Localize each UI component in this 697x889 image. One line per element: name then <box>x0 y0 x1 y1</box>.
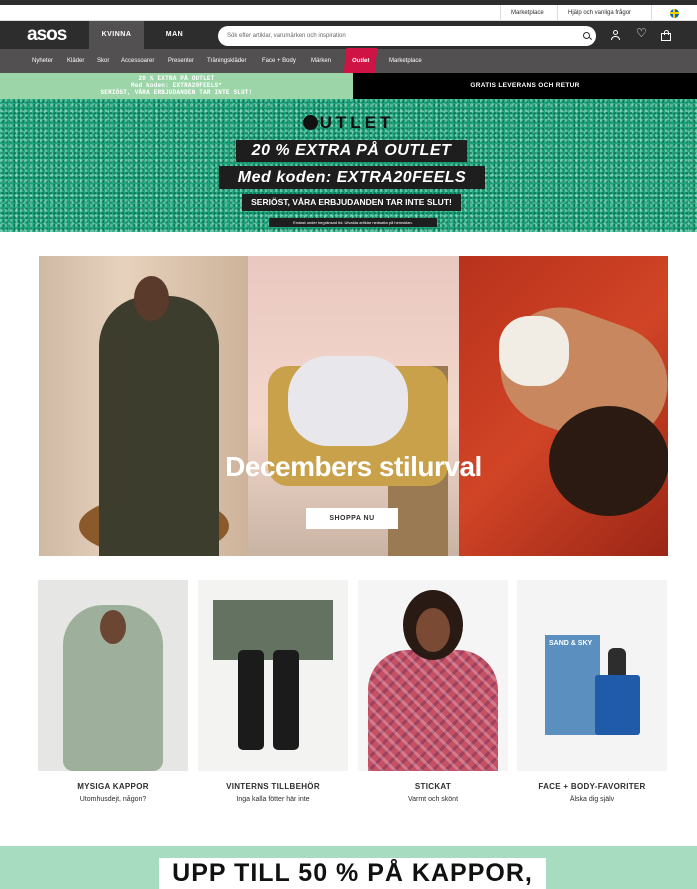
nav-accessoarer[interactable]: Accessoarer <box>121 49 154 73</box>
tile-image <box>38 580 188 771</box>
tile-image <box>358 580 508 771</box>
outlet-title: UTLET <box>0 113 697 133</box>
category-tile-kappor[interactable]: MYSIGA KAPPOR Utomhusdejt, någon? <box>38 580 188 803</box>
search-placeholder: Sök efter artiklar, varumärken och inspi… <box>227 33 346 39</box>
tile-title: VINTERNS TILLBEHÖR <box>226 782 320 791</box>
nav-outlet[interactable]: Outlet <box>343 48 378 74</box>
marketplace-link[interactable]: Marketplace <box>500 5 554 21</box>
main-header: asos KVINNA MAN Sök efter artiklar, varu… <box>0 21 697 49</box>
outlet-title-text: UTLET <box>319 113 395 132</box>
category-tile-stickat[interactable]: STICKAT Varmt och skönt <box>358 580 508 803</box>
tile-subtitle: Varmt och skönt <box>407 796 459 803</box>
hero-photo-1 <box>39 256 248 556</box>
tile-subtitle: Utomhusdejt, någon? <box>79 796 147 803</box>
nav-face-body[interactable]: Face + Body <box>262 49 296 73</box>
bag-icon[interactable] <box>661 30 671 41</box>
nav-klader[interactable]: Kläder <box>67 49 84 73</box>
promo-code-banner[interactable]: 20 % EXTRA PÅ OUTLET Med koden: EXTRA20F… <box>0 73 353 99</box>
promo-line-3: SERIÖST, VÅRA ERBJUDANDEN TAR INTE SLUT! <box>100 89 253 96</box>
nav-presenter[interactable]: Presenter <box>168 49 194 73</box>
account-icon[interactable] <box>610 30 620 40</box>
hero-photo-3 <box>459 256 668 556</box>
tile-image: SAND & SKY <box>517 580 667 771</box>
hero-banner[interactable]: Decembers stilurval SHOPPA NU <box>39 256 668 556</box>
tile-subtitle: Inga kalla fötter här inte <box>236 796 310 803</box>
outlet-logo-icon <box>302 115 318 130</box>
banner-line-3: SERIÖST, VÅRA ERBJUDANDEN TAR INTE SLUT! <box>242 194 461 211</box>
sweden-flag-icon <box>670 8 679 18</box>
asos-logo[interactable]: asos <box>27 24 67 46</box>
tab-kvinna[interactable]: KVINNA <box>89 21 144 49</box>
country-selector[interactable] <box>651 5 697 21</box>
category-nav: Nyheter Kläder Skor Accessoarer Presente… <box>0 48 697 74</box>
heart-icon[interactable]: ♡ <box>636 27 647 39</box>
tile-subtitle: Älska dig själv <box>569 796 615 803</box>
category-tile-face-body[interactable]: SAND & SKY FACE + BODY-FAVORITER Älska d… <box>517 580 667 803</box>
nav-nyheter[interactable]: Nyheter <box>32 49 53 73</box>
tile-title: MYSIGA KAPPOR <box>77 782 149 791</box>
tab-man[interactable]: MAN <box>147 21 202 49</box>
shop-now-button[interactable]: SHOPPA NU <box>306 508 398 529</box>
promo-strip: 20 % EXTRA PÅ OUTLET Med koden: EXTRA20F… <box>0 73 697 99</box>
nav-skor[interactable]: Skor <box>97 49 109 73</box>
search-icon[interactable] <box>583 32 590 39</box>
category-tile-tillbehor[interactable]: VINTERNS TILLBEHÖR Inga kalla fötter här… <box>198 580 348 803</box>
tile-title: FACE + BODY-FAVORITER <box>538 782 646 791</box>
banner-fineprint: Endast under begränsad tid. Utvalda arti… <box>269 218 437 227</box>
nav-marken[interactable]: Märken <box>311 49 331 73</box>
tile-title: STICKAT <box>414 782 452 791</box>
search-input[interactable]: Sök efter artiklar, varumärken och inspi… <box>218 26 596 46</box>
nav-marketplace[interactable]: Marketplace <box>389 49 422 73</box>
coats-sale-banner[interactable]: UPP TILL 50 % PÅ KAPPOR, <box>0 846 697 889</box>
promo-line-2: Med koden: EXTRA20FEELS* <box>130 82 223 89</box>
banner-line-1: 20 % EXTRA PÅ OUTLET <box>236 140 467 162</box>
coats-sale-text: UPP TILL 50 % PÅ KAPPOR, <box>159 858 546 889</box>
outlet-banner[interactable]: UTLET 20 % EXTRA PÅ OUTLET Med koden: EX… <box>0 99 697 232</box>
utility-bar: Marketplace Hjälp och vanliga frågor <box>0 5 697 21</box>
banner-line-2: Med koden: EXTRA20FEELS <box>219 166 485 189</box>
product-box-text: SAND & SKY <box>549 640 593 647</box>
hero-title: Decembers stilurval <box>225 451 482 482</box>
free-delivery-banner[interactable]: GRATIS LEVERANS OCH RETUR <box>353 73 697 99</box>
promo-line-1: 20 % EXTRA PÅ OUTLET <box>138 75 215 82</box>
tile-image <box>198 580 348 771</box>
nav-traningsklader[interactable]: Träningskläder <box>207 49 246 73</box>
help-link[interactable]: Hjälp och vanliga frågor <box>557 5 651 21</box>
